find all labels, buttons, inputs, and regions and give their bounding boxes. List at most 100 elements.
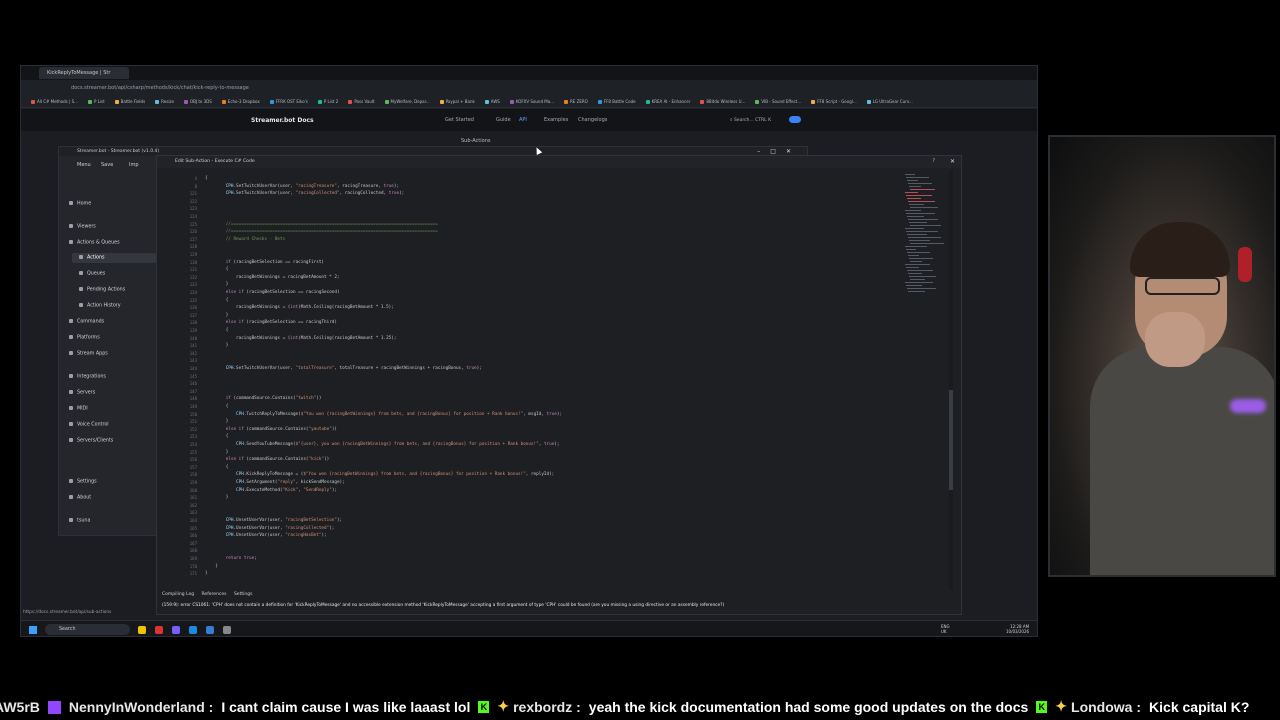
sub-actions-link[interactable]: Sub-Actions <box>461 138 490 144</box>
sidebar-item-voice-control[interactable]: Voice Control <box>69 422 109 428</box>
code-line[interactable]: CPH.SetTwitchUserVar(user, "racingCollec… <box>205 191 405 196</box>
code-minimap[interactable] <box>905 174 945 294</box>
windows-start-icon[interactable] <box>29 626 37 634</box>
sidebar-item-integrations[interactable]: Integrations <box>69 374 106 380</box>
code-line[interactable]: //======================================… <box>205 229 438 234</box>
address-bar[interactable]: docs.streamer.bot/api/csharp/methods/kic… <box>21 80 1037 96</box>
code-line[interactable]: racingBetWinnings = racingBetAmount * 2; <box>205 275 340 280</box>
taskbar-clock[interactable]: 12:28 AM 10/03/2026 <box>1006 624 1029 634</box>
bookmark-item[interactable]: AWS <box>484 96 500 107</box>
bookmark-item[interactable]: KOFXV Sound Ma... <box>509 96 554 107</box>
code-line[interactable]: CPH.SetArgument("reply", kickSendMessage… <box>205 480 345 485</box>
code-line[interactable]: } <box>205 313 229 318</box>
code-line[interactable]: CPH.UnsetUserVar(user, "racingBetSelecti… <box>205 518 342 523</box>
window-controls[interactable]: –□✕ <box>757 148 801 155</box>
code-line[interactable]: //======================================… <box>205 222 438 227</box>
nav-get-started[interactable]: Get Started <box>445 117 474 123</box>
code-line[interactable]: } <box>205 419 229 424</box>
system-tray[interactable]: ENG UK <box>941 624 950 634</box>
sidebar-item-actions[interactable]: Actions <box>79 255 105 261</box>
code-line[interactable]: // Reward Checks - Bets <box>205 237 286 242</box>
code-line[interactable]: else if (racingBetSelection == racingThi… <box>205 320 337 325</box>
sidebar-item-pending-actions[interactable]: Pending Actions <box>79 287 125 293</box>
code-line[interactable]: CPH.UnsetUserVar(user, "racingHasBet"); <box>205 533 327 538</box>
code-line[interactable]: { <box>205 434 229 439</box>
code-line[interactable]: CPH.KickReplyToMessage = ($"You won {rac… <box>205 472 554 477</box>
code-line[interactable]: } <box>205 450 229 455</box>
tab-references[interactable]: References <box>202 592 227 597</box>
code-line[interactable]: racingBetWinnings = (int)Math.Ceiling(ra… <box>205 336 396 341</box>
code-line[interactable]: { <box>205 404 229 409</box>
theme-toggle[interactable] <box>789 116 801 123</box>
bookmark-item[interactable]: 8Bitdo Wireless U... <box>700 96 745 107</box>
scroll-thumb[interactable] <box>949 390 953 490</box>
obs-icon[interactable] <box>155 626 163 634</box>
nav-examples[interactable]: Examples <box>544 117 568 123</box>
bookmark-item[interactable]: LG UltraGear Curv... <box>866 96 913 107</box>
bookmark-item[interactable]: MyWelfare, Depar... <box>384 96 430 107</box>
bookmark-item[interactable]: P List 2 <box>317 96 338 107</box>
file-explorer-icon[interactable] <box>138 626 146 634</box>
nav-api[interactable]: API <box>519 117 527 123</box>
code-line[interactable]: if (commandSource.Contains("twitch")) <box>205 396 322 401</box>
taskbar-search[interactable]: Search <box>45 624 130 635</box>
code-line[interactable]: { <box>205 176 208 181</box>
bookmark-item[interactable]: OBJ to 3DS <box>184 96 212 107</box>
sidebar-item-viewers[interactable]: Viewers <box>69 224 96 230</box>
settings-icon[interactable] <box>223 626 231 634</box>
sidebar-item-commands[interactable]: Commands <box>69 319 104 325</box>
help-icon[interactable]: ? <box>932 158 935 164</box>
save-button[interactable]: Save <box>101 162 113 168</box>
sidebar-item-action-history[interactable]: Action History <box>79 303 121 309</box>
code-line[interactable]: CPH.SendYouTubeMessage($"{user}, you won… <box>205 442 559 447</box>
code-line[interactable]: if (racingBetSelection == racingFirst) <box>205 260 324 265</box>
sidebar-item-settings[interactable]: Settings <box>69 479 97 485</box>
code-line[interactable]: } <box>205 282 229 287</box>
bookmark-item[interactable]: VIB - Sound Effect... <box>755 96 801 107</box>
sidebar-item-servers-clients[interactable]: Servers/Clients <box>69 438 113 444</box>
close-icon[interactable]: ✕ <box>950 158 955 165</box>
code-line[interactable]: CPH.SetTwitchUserVar(user, "totalTreasur… <box>205 366 482 371</box>
code-line[interactable]: else if (racingBetSelection == racingSec… <box>205 290 340 295</box>
docs-search[interactable]: ⌕ Search... CTRL K <box>726 115 776 125</box>
bookmark-item[interactable]: RE ZERO <box>564 96 588 107</box>
code-line[interactable]: else if (commandSource.Contains("youtube… <box>205 427 337 432</box>
bookmark-item[interactable]: FF8 Script - Googl... <box>811 96 857 107</box>
bookmark-item[interactable]: FFRK OST Eiko's <box>269 96 308 107</box>
code-line[interactable]: } <box>205 571 208 576</box>
sidebar-item-about[interactable]: About <box>69 495 91 501</box>
bookmark-item[interactable]: FF8 Battle Code <box>597 96 636 107</box>
editor-scrollbar[interactable] <box>949 170 953 590</box>
nav-changelogs[interactable]: Changelogs <box>578 117 607 123</box>
code-line[interactable]: racingBetWinnings = (int)Math.Ceiling(ra… <box>205 305 394 310</box>
nav-guide[interactable]: Guide <box>496 117 511 123</box>
bookmark-item[interactable]: Pass Vault <box>348 96 375 107</box>
code-line[interactable]: } <box>205 343 229 348</box>
tab-settings[interactable]: Settings <box>234 592 252 597</box>
docs-logo[interactable]: Streamer.bot Docs <box>251 117 314 124</box>
bookmark-item[interactable]: Battle Fields <box>114 96 145 107</box>
code-line[interactable]: CPH.SetTwitchUserVar(user, "racingTreasu… <box>205 184 399 189</box>
bookmark-item[interactable]: Paypal + Bank <box>439 96 475 107</box>
code-line[interactable]: { <box>205 267 229 272</box>
url-text[interactable]: docs.streamer.bot/api/csharp/methods/kic… <box>71 85 249 91</box>
code-line[interactable]: } <box>205 495 229 500</box>
code-line[interactable]: { <box>205 298 229 303</box>
code-line[interactable]: CPH.ExecuteMethod("Kick", "SendReply"); <box>205 488 337 493</box>
sidebar-item-platforms[interactable]: Platforms <box>69 335 100 341</box>
browser-tab[interactable]: KickReplyToMessage | Str <box>39 67 129 79</box>
code-line[interactable]: CPH.UnsetUserVar(user, "racingCollected"… <box>205 526 335 531</box>
discord-icon[interactable] <box>172 626 180 634</box>
bookmark-item[interactable]: Resize <box>155 96 174 107</box>
menu-button[interactable]: Menu <box>77 162 91 168</box>
sidebar-item-home[interactable]: Home <box>69 201 91 207</box>
sidebar-item-queues[interactable]: Queues <box>79 271 105 277</box>
bookmark-item[interactable]: Echo-3 Dropbox <box>221 96 260 107</box>
sidebar-item-midi[interactable]: MIDI <box>69 406 88 412</box>
sidebar-item-tsuna[interactable]: tsuna <box>69 518 90 524</box>
sidebar-item-servers[interactable]: Servers <box>69 390 95 396</box>
code-line[interactable]: } <box>205 564 218 569</box>
sidebar-item-actions-queues[interactable]: Actions & Queues <box>69 240 120 246</box>
code-line[interactable]: return true; <box>205 556 257 561</box>
code-line[interactable]: { <box>205 465 229 470</box>
